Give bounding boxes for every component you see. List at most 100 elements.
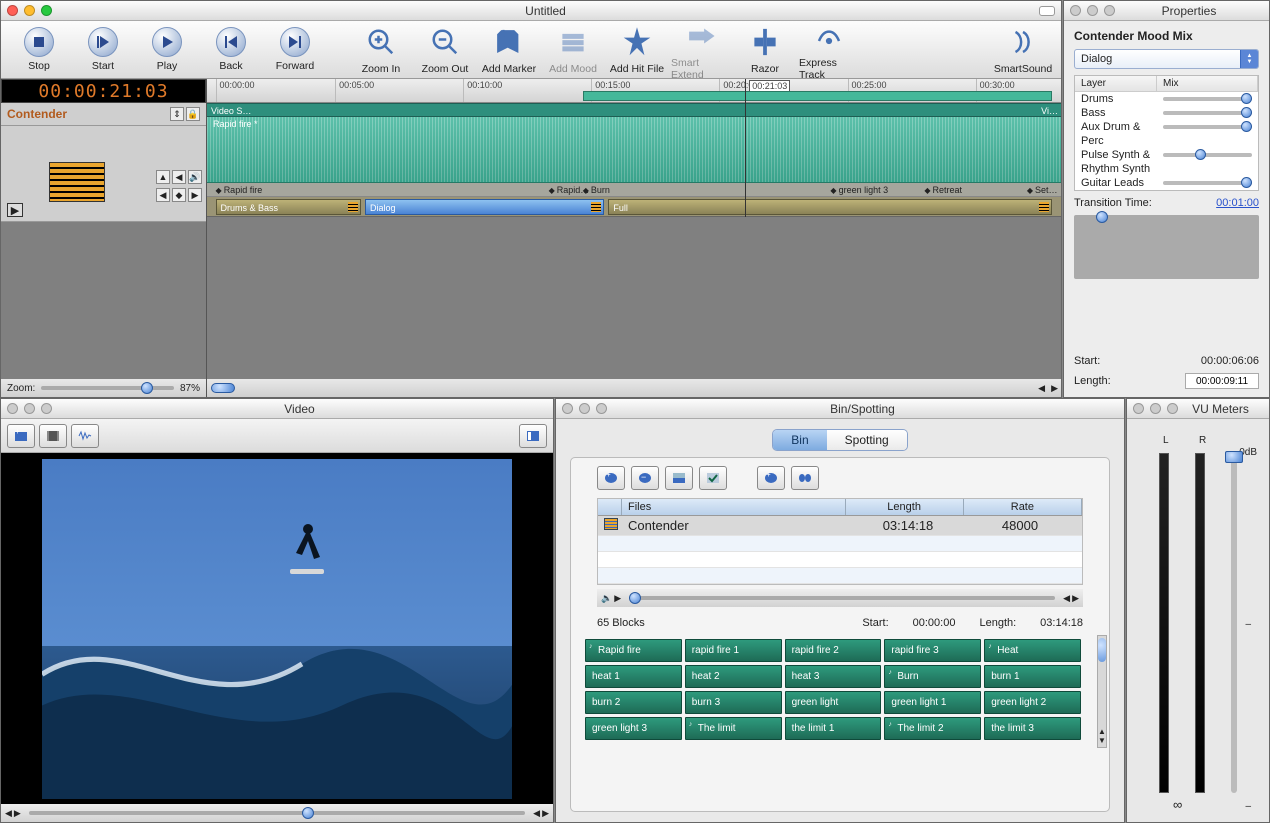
zoom-icon[interactable] [1167,403,1178,414]
speaker-icon[interactable]: 🔈 [601,593,612,604]
minimize-icon[interactable] [24,5,35,16]
block-item[interactable]: green light [785,691,882,714]
block-item[interactable]: burn 1 [984,665,1081,688]
view-button[interactable] [665,466,693,490]
minimize-icon[interactable] [579,403,590,414]
minimize-icon[interactable] [1150,403,1161,414]
scroll-right-icon[interactable]: ▶ [1048,383,1061,394]
bin-scrubber[interactable]: 🔈 ▶ ◀▶ [597,589,1083,607]
col-length[interactable]: Length [846,499,964,515]
scroll-left-icon[interactable]: ◀ [1035,383,1048,394]
block-item[interactable]: ♪Burn [884,665,981,688]
close-icon[interactable] [562,403,573,414]
col-rate[interactable]: Rate [964,499,1082,515]
marker-track[interactable]: Rapid fire Rapid… Burn green light 3 Ret… [207,183,1061,197]
add-marker-button[interactable]: +Add Marker [479,24,539,75]
mood-block-selected[interactable]: Dialog [365,199,604,215]
back-button[interactable]: Back [201,27,261,72]
add-hit-file-button[interactable]: Add Hit File [607,24,667,75]
minimize-icon[interactable] [1087,5,1098,16]
playhead[interactable] [745,79,746,217]
zoom-out-button[interactable]: Zoom Out [415,24,475,75]
import-video-button[interactable]: + [7,424,35,448]
stop-button[interactable]: Stop [9,27,69,72]
video-scrubber[interactable]: ◀ ▶ ◀ ▶ [1,804,553,822]
up-icon[interactable]: ▲ [156,170,170,184]
lock-icon[interactable]: 🔒 [186,107,200,121]
zoom-icon[interactable] [1104,5,1115,16]
close-icon[interactable] [1133,403,1144,414]
sound-icon[interactable]: 🔊 [188,170,202,184]
zoom-slider[interactable] [41,386,174,390]
track-play-icon[interactable]: ▶ [7,203,23,217]
block-item[interactable]: ♪The limit [685,717,782,740]
tab-spotting[interactable]: Spotting [827,430,907,450]
block-item[interactable]: green light 1 [884,691,981,714]
check-button[interactable] [699,466,727,490]
block-item[interactable]: the limit 1 [785,717,882,740]
mix-slider[interactable] [1163,125,1252,129]
mood-block[interactable]: Drums & Bass [216,199,361,215]
block-item[interactable]: burn 3 [685,691,782,714]
play-button[interactable]: Play [137,27,197,72]
block-item[interactable]: the limit 3 [984,717,1081,740]
range-bar[interactable] [583,91,1053,101]
audio-track[interactable]: Rapid fire * [207,117,1061,183]
express-track-button[interactable]: Express Track [799,18,859,81]
film-button[interactable] [39,424,67,448]
add-clip-button[interactable]: + [757,466,785,490]
vu-gain-slider[interactable] [1231,453,1237,793]
link-button[interactable] [791,466,819,490]
block-item[interactable]: green light 3 [585,717,682,740]
smartsound-button[interactable]: SmartSound [993,24,1053,75]
block-item[interactable]: burn 2 [585,691,682,714]
next-icon[interactable]: ▶ [188,188,202,202]
time-ruler[interactable]: 00:00:00 00:05:00 00:10:00 00:15:00 00:2… [207,79,1061,103]
table-row[interactable]: Contender 03:14:18 48000 [598,516,1082,536]
remove-file-button[interactable]: − [631,466,659,490]
timeline-scrollbar[interactable]: ◀ ▶ [207,379,1061,397]
mix-slider[interactable] [1163,181,1252,185]
mix-slider[interactable] [1163,153,1252,157]
transition-value[interactable]: 00:01:00 [1216,197,1259,209]
col-files[interactable]: Files [622,499,846,515]
diamond-icon[interactable]: ◆ [172,188,186,202]
zoom-icon[interactable] [41,5,52,16]
scroll-thumb[interactable] [211,383,235,393]
mood-block[interactable]: Full [608,199,1052,215]
block-item[interactable]: ♪Heat [984,639,1081,662]
transition-slider[interactable] [1074,215,1259,279]
length-input[interactable] [1185,373,1259,389]
left-icon[interactable]: ◀ [172,170,186,184]
forward-button[interactable]: Forward [265,27,325,72]
block-item[interactable]: green light 2 [984,691,1081,714]
block-item[interactable]: ♪Rapid fire [585,639,682,662]
prev-frame-icon[interactable]: ◀ [5,808,12,819]
mood-track[interactable]: Drums & Bass Dialog Full [207,197,1061,217]
detach-button[interactable] [519,424,547,448]
play-icon[interactable]: ▶ [614,593,621,604]
video-track[interactable]: Video S… Vi… [207,103,1061,117]
close-icon[interactable] [1070,5,1081,16]
block-item[interactable]: heat 2 [685,665,782,688]
block-scrollbar[interactable]: ▲▼ [1097,635,1107,748]
block-item[interactable]: rapid fire 1 [685,639,782,662]
next-frame-icon[interactable]: ▶ [14,808,21,819]
prev-icon[interactable]: ◀ [156,188,170,202]
start-button[interactable]: Start [73,27,133,72]
zoom-icon[interactable] [596,403,607,414]
mix-slider[interactable] [1163,97,1252,101]
mood-select[interactable]: Dialog [1074,49,1259,69]
zoom-in-button[interactable]: Zoom In [351,24,411,75]
mix-slider[interactable] [1163,111,1252,115]
step-back-icon[interactable]: ◀ [533,808,540,819]
zoom-icon[interactable] [41,403,52,414]
razor-button[interactable]: Razor [735,24,795,75]
step-fwd-icon[interactable]: ▶ [542,808,549,819]
block-item[interactable]: ♪The limit 2 [884,717,981,740]
add-file-button[interactable]: + [597,466,625,490]
block-item[interactable]: heat 3 [785,665,882,688]
close-icon[interactable] [7,5,18,16]
waveform-button[interactable] [71,424,99,448]
block-item[interactable]: heat 1 [585,665,682,688]
